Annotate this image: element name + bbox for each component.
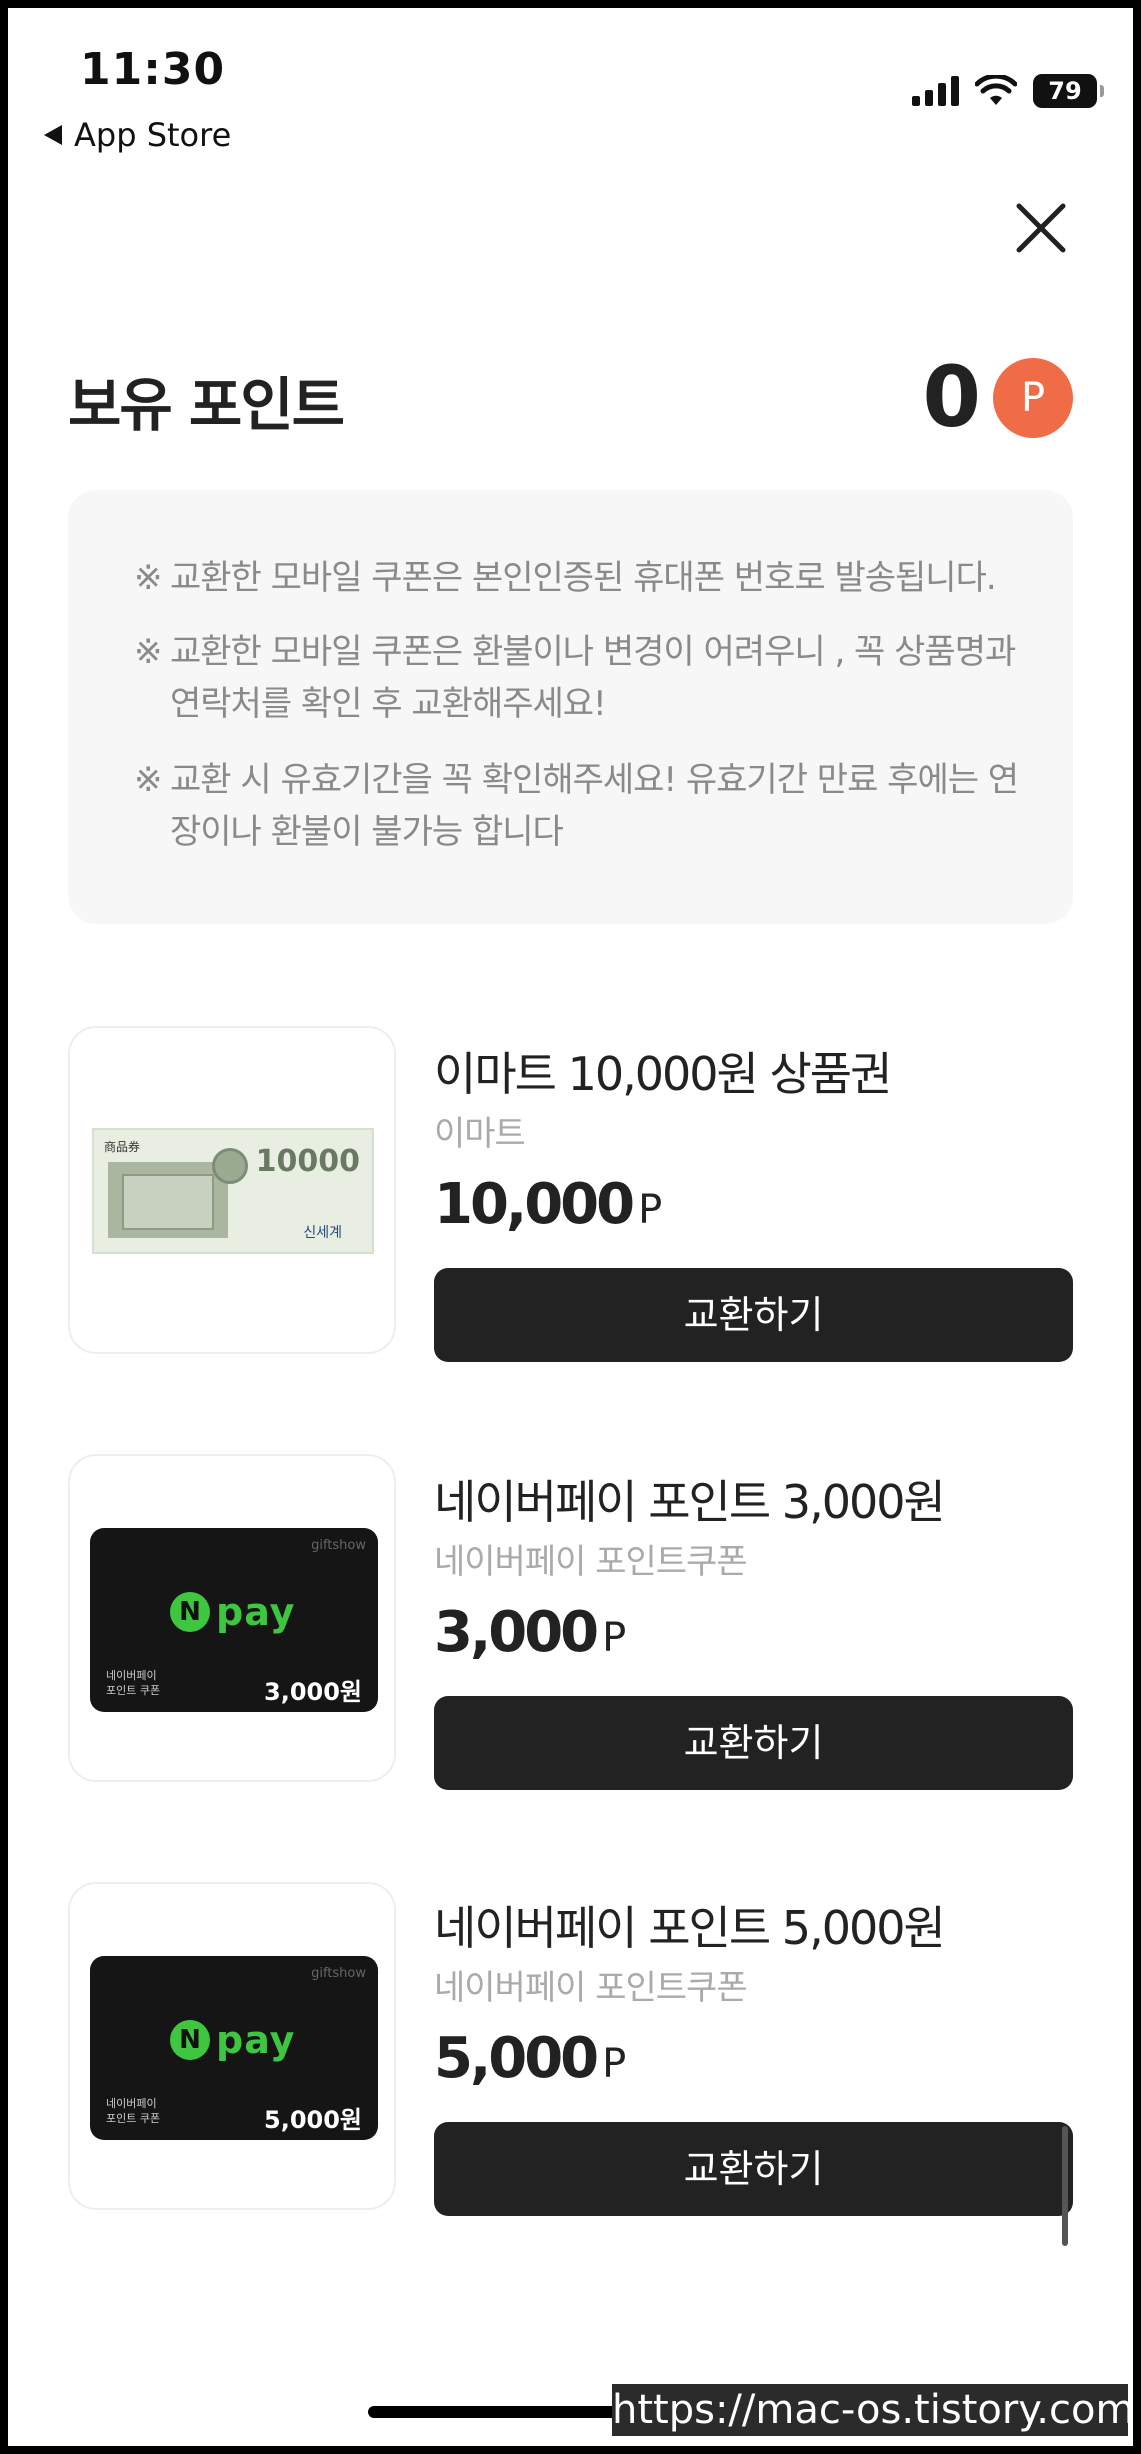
- product-brand: 네이버페이 포인트쿠폰: [434, 1968, 748, 2008]
- points-value: 0: [922, 348, 981, 446]
- exchange-button[interactable]: 교환하기: [434, 1696, 1073, 1790]
- back-label: App Store: [74, 116, 232, 154]
- battery-icon: 79: [1033, 74, 1104, 108]
- product-brand: 이마트: [434, 1114, 526, 1154]
- notice-box: ※ 교환한 모바일 쿠폰은 본인인증된 휴대폰 번호로 발송됩니다. ※ 교환한 모…: [68, 490, 1073, 924]
- voucher-amount: 10000: [255, 1144, 360, 1179]
- voucher-brand: 신세계: [303, 1225, 342, 1241]
- scrollbar[interactable]: [1062, 2126, 1068, 2246]
- voucher-image: 商品券 10000 신세계: [92, 1128, 374, 1254]
- product-image-npay-5000[interactable]: giftshow N pay 네이버페이 포인트 쿠폰 5,000원: [68, 1882, 396, 2210]
- exchange-button[interactable]: 교환하기: [434, 1268, 1073, 1362]
- product-price: 3,000 P: [434, 1600, 627, 1665]
- npay-card-image: giftshow N pay 네이버페이 포인트 쿠폰 3,000원: [90, 1528, 378, 1712]
- points-title: 보유 포인트: [68, 371, 345, 439]
- close-icon[interactable]: [1011, 198, 1071, 258]
- product-image-npay-3000[interactable]: giftshow N pay 네이버페이 포인트 쿠폰 3,000원: [68, 1454, 396, 1782]
- battery-level: 79: [1048, 77, 1082, 105]
- product-price: 10,000 P: [434, 1172, 663, 1237]
- signal-icon: [912, 76, 959, 106]
- wifi-icon: [975, 75, 1017, 105]
- notice-item: ※ 교환한 모바일 쿠폰은 본인인증된 휴대폰 번호로 발송됩니다.: [134, 558, 997, 598]
- back-arrow-icon: [44, 125, 62, 145]
- back-to-app-store[interactable]: App Store: [44, 116, 231, 154]
- product-title: 네이버페이 포인트 3,000원: [434, 1475, 946, 1529]
- product-brand: 네이버페이 포인트쿠폰: [434, 1542, 748, 1582]
- status-indicators: 79: [912, 74, 1104, 108]
- product-image-emart[interactable]: 商品券 10000 신세계: [68, 1026, 396, 1354]
- npay-logo: N pay: [170, 1590, 295, 1634]
- watermark: https://mac-os.tistory.com: [612, 2384, 1134, 2436]
- exchange-button[interactable]: 교환하기: [434, 2122, 1073, 2216]
- product-title: 이마트 10,000원 상품권: [434, 1047, 892, 1101]
- screen: 11:30 App Store 79 보유 포인트 0 P ※ 교환한 모바일 쿠…: [8, 8, 1133, 2446]
- npay-logo: N pay: [170, 2018, 295, 2062]
- notice-item: ※ 교환 시 유효기간을 꼭 확인해주세요! 유효기간 만료 후에는 연장이나 환…: [134, 760, 1019, 852]
- point-badge-icon: P: [993, 358, 1073, 438]
- product-price: 5,000 P: [434, 2026, 627, 2091]
- product-title: 네이버페이 포인트 5,000원: [434, 1901, 946, 1955]
- status-time: 11:30: [80, 44, 226, 95]
- npay-card-image: giftshow N pay 네이버페이 포인트 쿠폰 5,000원: [90, 1956, 378, 2140]
- notice-item: ※ 교환한 모바일 쿠폰은 환불이나 변경이 어려우니 , 꼭 상품명과 연락처를…: [134, 632, 1016, 724]
